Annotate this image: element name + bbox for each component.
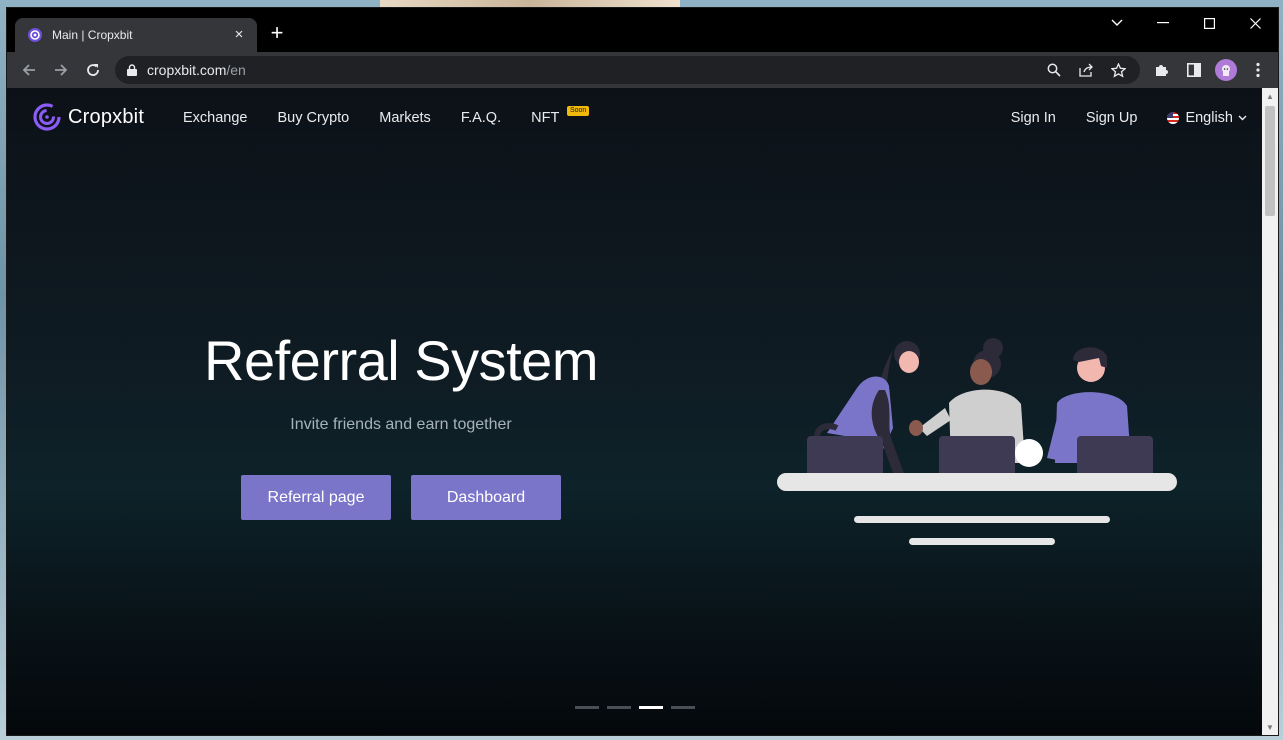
carousel-indicators [575, 706, 703, 709]
site-header: Cropxbit Exchange Buy Crypto Markets F.A… [7, 88, 1262, 148]
language-selector[interactable]: English [1167, 110, 1247, 126]
carousel-dot[interactable] [671, 706, 695, 709]
nav-nft-label: NFT [531, 110, 560, 126]
page-scrollbar[interactable]: ▲ ▼ [1262, 88, 1278, 735]
sign-up-link[interactable]: Sign Up [1086, 110, 1138, 126]
toolbar-right [1146, 54, 1274, 86]
maximize-button[interactable] [1186, 8, 1232, 38]
close-window-button[interactable] [1232, 8, 1278, 38]
referral-page-button[interactable]: Referral page [241, 475, 391, 520]
carousel-dot[interactable] [575, 706, 599, 709]
team-at-laptops-illustration [777, 338, 1177, 545]
side-panel-icon[interactable] [1178, 54, 1210, 86]
dashboard-button[interactable]: Dashboard [411, 475, 561, 520]
minimize-button[interactable] [1140, 8, 1186, 38]
hero-title: Referral System [204, 329, 598, 392]
cropxbit-favicon-icon [27, 27, 43, 43]
nav-faq[interactable]: F.A.Q. [461, 110, 501, 126]
chevron-down-icon [1238, 115, 1247, 121]
auth-nav: Sign In Sign Up English [981, 110, 1247, 126]
nav-markets[interactable]: Markets [379, 110, 431, 126]
nav-exchange[interactable]: Exchange [183, 110, 248, 126]
tab-strip: Main | Cropxbit × + [7, 8, 1278, 52]
tab-title: Main | Cropxbit [52, 28, 133, 42]
logo-text: Cropxbit [68, 105, 145, 128]
bookmark-star-icon[interactable] [1102, 56, 1134, 84]
url-path: /en [226, 62, 246, 78]
browser-menu-icon[interactable] [1242, 54, 1274, 86]
main-nav: Exchange Buy Crypto Markets F.A.Q. NFT S… [183, 106, 590, 126]
cropxbit-logo-icon [33, 103, 61, 131]
address-bar[interactable]: cropxbit.com/en [115, 56, 1140, 84]
soon-badge: Soon [566, 106, 590, 116]
forward-button[interactable] [45, 54, 77, 86]
tab-search-chevron-icon[interactable] [1094, 8, 1140, 38]
nav-nft[interactable]: NFT Soon [531, 106, 590, 126]
us-flag-icon [1167, 112, 1180, 124]
scroll-down-arrow-icon[interactable]: ▼ [1262, 719, 1278, 735]
reload-button[interactable] [77, 54, 109, 86]
nav-buy-crypto[interactable]: Buy Crypto [278, 110, 350, 126]
sign-in-link[interactable]: Sign In [1011, 110, 1056, 126]
extensions-puzzle-icon[interactable] [1146, 54, 1178, 86]
carousel-dot-active[interactable] [639, 706, 663, 709]
lock-icon[interactable] [127, 64, 137, 76]
scroll-thumb[interactable] [1265, 106, 1275, 216]
scroll-up-arrow-icon[interactable]: ▲ [1262, 88, 1278, 104]
browser-tab[interactable]: Main | Cropxbit × [15, 18, 257, 52]
browser-window: Main | Cropxbit × + cropxbit.com /en Cro… [7, 8, 1278, 735]
site-logo[interactable]: Cropxbit [32, 102, 144, 132]
profile-avatar[interactable] [1210, 54, 1242, 86]
window-controls [1094, 8, 1278, 38]
zoom-search-icon[interactable] [1038, 56, 1070, 84]
new-tab-button[interactable]: + [265, 22, 289, 46]
desktop-wallpaper [380, 0, 680, 8]
browser-toolbar: cropxbit.com/en [7, 52, 1278, 88]
tab-close-icon[interactable]: × [231, 27, 247, 43]
share-icon[interactable] [1070, 56, 1102, 84]
web-page: Cropxbit Exchange Buy Crypto Markets F.A… [7, 88, 1262, 735]
url-host: cropxbit.com [147, 62, 227, 78]
avatar [1215, 59, 1237, 81]
back-button[interactable] [13, 54, 45, 86]
carousel-dot[interactable] [607, 706, 631, 709]
hero-subtitle: Invite friends and earn together [290, 416, 512, 433]
language-label: English [1185, 110, 1233, 126]
